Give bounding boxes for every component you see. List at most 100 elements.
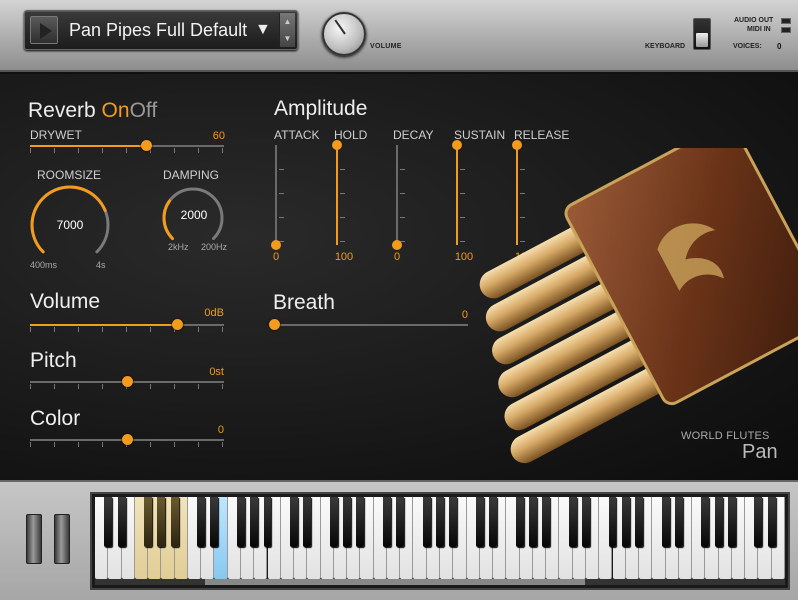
arrow-up-icon[interactable]: ▲ (280, 13, 295, 30)
brand-line2: Pan (742, 441, 778, 463)
voices-label: VOICES: (733, 43, 762, 50)
reverb-title: Reverb (28, 99, 96, 122)
black-key[interactable] (104, 497, 113, 547)
damping-label: DAMPING (163, 168, 220, 182)
black-key[interactable] (422, 497, 431, 547)
volume-value: 0dB (204, 307, 224, 319)
black-key[interactable] (382, 497, 391, 547)
black-key[interactable] (117, 497, 126, 547)
volume-title: Volume (30, 290, 101, 313)
black-key[interactable] (157, 497, 166, 547)
black-key[interactable] (581, 497, 590, 547)
release-label: RELEASE (514, 128, 570, 142)
black-key[interactable] (144, 497, 153, 547)
voices-count: 0 (777, 42, 782, 51)
black-key[interactable] (236, 497, 245, 547)
sustain-slider[interactable] (452, 140, 468, 245)
black-key[interactable] (303, 497, 312, 547)
black-key[interactable] (210, 497, 219, 547)
black-key[interactable] (661, 497, 670, 547)
slider-thumb[interactable] (392, 240, 402, 250)
roomsize-label: ROOMSIZE (37, 168, 102, 182)
black-key[interactable] (701, 497, 710, 547)
keyboard-scrollbar[interactable] (95, 579, 785, 585)
black-key[interactable] (635, 497, 643, 547)
black-key[interactable] (489, 497, 498, 547)
pitch-slider[interactable] (30, 376, 224, 389)
attack-label: ATTACK (274, 128, 320, 142)
pitch-wheel[interactable] (26, 514, 42, 564)
black-key[interactable] (608, 497, 617, 547)
black-key[interactable] (197, 497, 206, 547)
reverb-on-button[interactable]: On (102, 99, 130, 122)
decay-value: 0 (393, 251, 401, 263)
play-icon[interactable] (30, 16, 58, 44)
hold-value: 100 (334, 251, 354, 263)
arrow-down-icon[interactable]: ▼ (280, 30, 295, 47)
midi-in-label: MIDI IN (747, 26, 771, 33)
black-key[interactable] (714, 497, 723, 547)
black-key[interactable] (436, 497, 444, 547)
decay-label: DECAY (393, 128, 434, 142)
attack-value: 0 (272, 251, 280, 263)
black-key[interactable] (727, 497, 736, 547)
breath-slider[interactable] (269, 319, 468, 332)
roomsize-min-label: 400ms (30, 260, 58, 270)
black-key[interactable] (290, 497, 298, 547)
breath-title: Breath (273, 291, 335, 314)
attack-slider[interactable] (271, 145, 287, 250)
amplitude-title: Amplitude (274, 97, 368, 120)
preset-name: Pan Pipes Full Default (69, 20, 248, 40)
volume-label: VOLUME (370, 43, 402, 50)
black-key[interactable] (343, 497, 352, 547)
reverb-section-title: Reverb OnOff (28, 99, 157, 123)
volume-slider[interactable] (30, 319, 224, 332)
hold-slider[interactable] (332, 140, 348, 245)
roomsize-max-label: 4s (96, 260, 106, 270)
black-key[interactable] (515, 497, 524, 547)
keyboard-label: KEYBOARD (645, 43, 686, 50)
decay-slider[interactable] (392, 145, 408, 250)
piano-keys (95, 497, 785, 579)
black-key[interactable] (621, 497, 630, 547)
black-key[interactable] (542, 497, 551, 547)
drywet-slider[interactable] (30, 140, 224, 153)
keyboard-toggle[interactable] (693, 18, 711, 50)
color-title: Color (30, 407, 81, 430)
black-key[interactable] (767, 497, 776, 547)
black-key[interactable] (528, 497, 537, 547)
master-volume-knob[interactable] (322, 12, 366, 56)
audio-out-label: AUDIO OUT (734, 17, 774, 24)
piano-keyboard (90, 492, 790, 590)
chevron-down-icon[interactable]: ▼ (255, 21, 271, 39)
reverb-off-button[interactable]: Off (130, 99, 158, 122)
drywet-label: DRYWET (30, 128, 82, 142)
mod-wheel[interactable] (54, 514, 70, 564)
black-key[interactable] (475, 497, 484, 547)
damping-max-label: 200Hz (201, 242, 228, 252)
black-key[interactable] (329, 497, 338, 547)
damping-min-label: 2kHz (168, 242, 189, 252)
audio-out-led (781, 18, 791, 24)
preset-stepper[interactable]: ▲ ▼ (279, 13, 295, 47)
keyboard-panel (0, 480, 798, 600)
black-key[interactable] (170, 497, 179, 547)
black-key[interactable] (396, 497, 405, 547)
slider-thumb[interactable] (452, 140, 462, 150)
sustain-label: SUSTAIN (454, 128, 506, 142)
black-key[interactable] (674, 497, 683, 547)
midi-in-led (781, 27, 791, 33)
black-key[interactable] (754, 497, 763, 547)
black-key[interactable] (250, 497, 259, 547)
black-key[interactable] (568, 497, 577, 547)
slider-thumb[interactable] (332, 140, 342, 150)
color-slider[interactable] (30, 434, 224, 447)
black-key[interactable] (263, 497, 272, 547)
black-key[interactable] (449, 497, 458, 547)
black-key[interactable] (356, 497, 365, 547)
preset-selector[interactable]: Pan Pipes Full Default ▼ ▲ ▼ (24, 10, 298, 50)
slider-thumb[interactable] (271, 240, 281, 250)
header-bar: Pan Pipes Full Default ▼ ▲ ▼ VOLUME KEYB… (0, 0, 798, 72)
roomsize-value: 7000 (56, 218, 84, 232)
damping-value: 2000 (180, 208, 208, 222)
